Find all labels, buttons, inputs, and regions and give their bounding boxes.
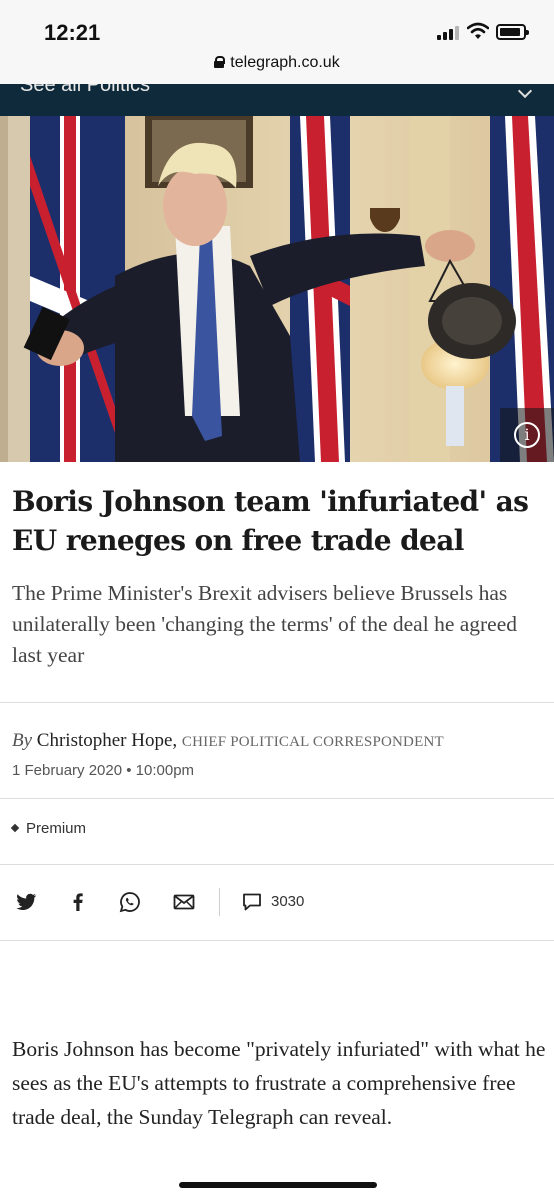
divider	[0, 940, 554, 941]
divider	[0, 702, 554, 703]
share-bar: 3030	[0, 880, 554, 924]
image-info-button[interactable]: i	[500, 408, 554, 462]
address-url: telegraph.co.uk	[230, 54, 340, 71]
premium-badge: Premium	[10, 820, 87, 837]
article-headline: Boris Johnson team 'infuriated' as EU re…	[12, 485, 529, 557]
article-body-paragraph: Boris Johnson has become "privately infu…	[12, 1037, 546, 1129]
status-bar: 12:21 telegraph.co.uk	[0, 0, 554, 84]
section-nav[interactable]: See all Politics	[0, 84, 554, 116]
hero-photo	[0, 116, 554, 462]
status-time: 12:21	[44, 20, 101, 45]
article-date: 1 February 2020 • 10:00pm	[12, 762, 195, 779]
wifi-icon	[467, 22, 489, 39]
facebook-icon[interactable]	[66, 890, 90, 914]
hero-image: i	[0, 116, 554, 462]
premium-label: Premium	[26, 820, 87, 837]
whatsapp-icon[interactable]	[118, 890, 142, 914]
section-nav-label: See all Politics	[20, 84, 151, 96]
author-link[interactable]: Christopher Hope,	[37, 730, 177, 751]
divider	[0, 864, 554, 865]
signal-icon	[437, 26, 459, 40]
share-separator	[219, 888, 220, 916]
chevron-down-icon[interactable]	[517, 84, 533, 99]
comment-icon[interactable]	[240, 890, 264, 914]
byline-prefix: By	[12, 730, 33, 751]
home-indicator[interactable]	[179, 1182, 377, 1188]
article-standfirst: The Prime Minister's Brexit advisers bel…	[12, 581, 518, 667]
address-bar[interactable]: telegraph.co.uk	[0, 54, 554, 72]
email-icon[interactable]	[172, 890, 196, 914]
byline: By Christopher Hope, CHIEF POLITICAL COR…	[12, 730, 444, 752]
comment-count[interactable]: 3030	[271, 893, 304, 910]
diamond-icon	[10, 823, 20, 833]
twitter-icon[interactable]	[14, 890, 38, 914]
author-role: CHIEF POLITICAL CORRESPONDENT	[181, 734, 444, 750]
lock-icon	[214, 56, 226, 68]
battery-icon	[496, 24, 529, 40]
divider	[0, 798, 554, 799]
info-icon: i	[514, 422, 540, 448]
